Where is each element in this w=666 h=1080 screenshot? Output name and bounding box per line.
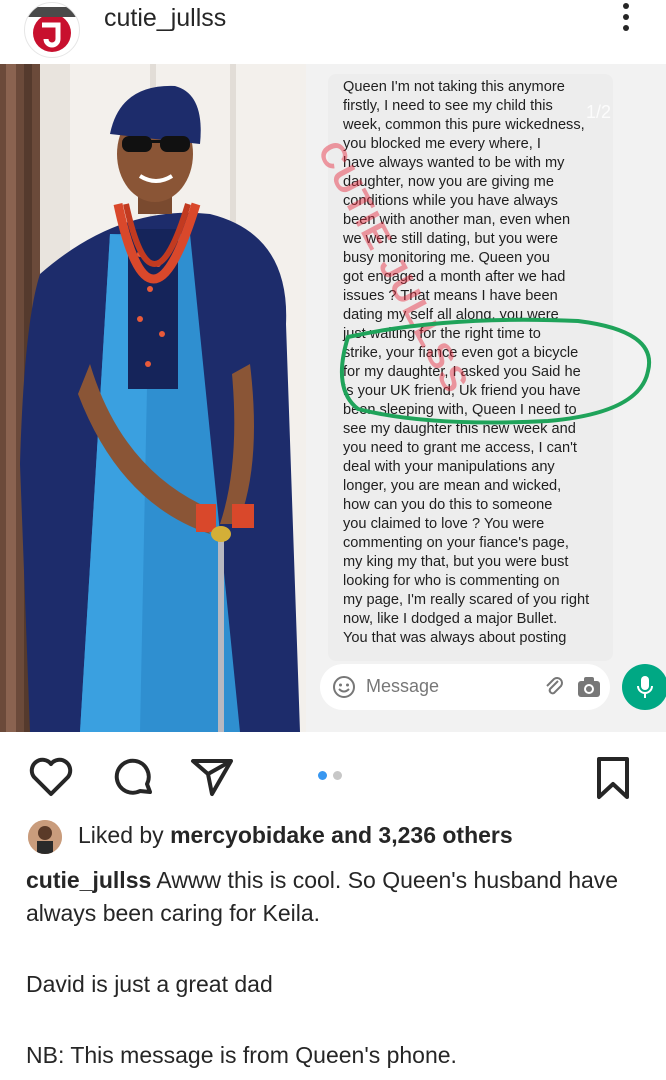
account-avatar[interactable] xyxy=(24,2,80,58)
likes-prefix: Liked by xyxy=(78,822,171,848)
mic-icon xyxy=(637,676,653,698)
man-in-agbada-photo xyxy=(0,64,306,732)
caption-line-3: NB: This message is from Queen's phone. xyxy=(26,1042,457,1068)
more-options-icon[interactable] xyxy=(614,0,638,40)
comment-icon[interactable] xyxy=(112,756,156,800)
post-image[interactable]: Queen I'm not taking this anymore firstl… xyxy=(0,64,666,732)
attach-icon[interactable] xyxy=(542,675,566,699)
emoji-icon[interactable] xyxy=(332,675,356,699)
caption-line-2: David is just a great dad xyxy=(26,971,273,997)
liker-avatar[interactable] xyxy=(28,820,62,854)
carousel-indicator xyxy=(318,767,348,785)
likes-count[interactable]: and 3,236 others xyxy=(325,822,513,848)
message-placeholder[interactable]: Message xyxy=(366,676,439,697)
bookmark-icon[interactable] xyxy=(596,756,630,800)
liker-username[interactable]: mercyobidake xyxy=(170,822,325,848)
account-username[interactable]: cutie_jullss xyxy=(104,4,226,33)
likes-text: Liked by mercyobidake and 3,236 others xyxy=(78,822,513,849)
highlight-circle-icon xyxy=(339,317,652,425)
cutie-jullss-logo-icon xyxy=(25,7,79,52)
caption-username[interactable]: cutie_jullss xyxy=(26,867,151,893)
caption-line-1: cutie_jullss Awww this is cool. So Queen… xyxy=(26,864,638,930)
post-caption: cutie_jullss Awww this is cool. So Queen… xyxy=(26,864,638,1072)
liker-avatar-image xyxy=(28,820,62,854)
agbada-portrait-illustration xyxy=(0,64,306,732)
camera-icon[interactable] xyxy=(576,675,602,699)
likes-row[interactable]: Liked by mercyobidake and 3,236 others xyxy=(28,820,648,856)
chat-screenshot: Queen I'm not taking this anymore firstl… xyxy=(306,64,666,732)
post-actions xyxy=(0,740,666,804)
share-icon[interactable] xyxy=(190,756,234,798)
carousel-dot-active xyxy=(318,771,327,780)
message-input-bar[interactable]: Message xyxy=(320,664,610,710)
post-header: cutie_jullss xyxy=(0,0,666,62)
page-indicator: 1/2 xyxy=(586,102,612,122)
mic-button[interactable] xyxy=(622,664,666,710)
carousel-dot xyxy=(333,771,342,780)
heart-icon[interactable] xyxy=(28,756,74,798)
